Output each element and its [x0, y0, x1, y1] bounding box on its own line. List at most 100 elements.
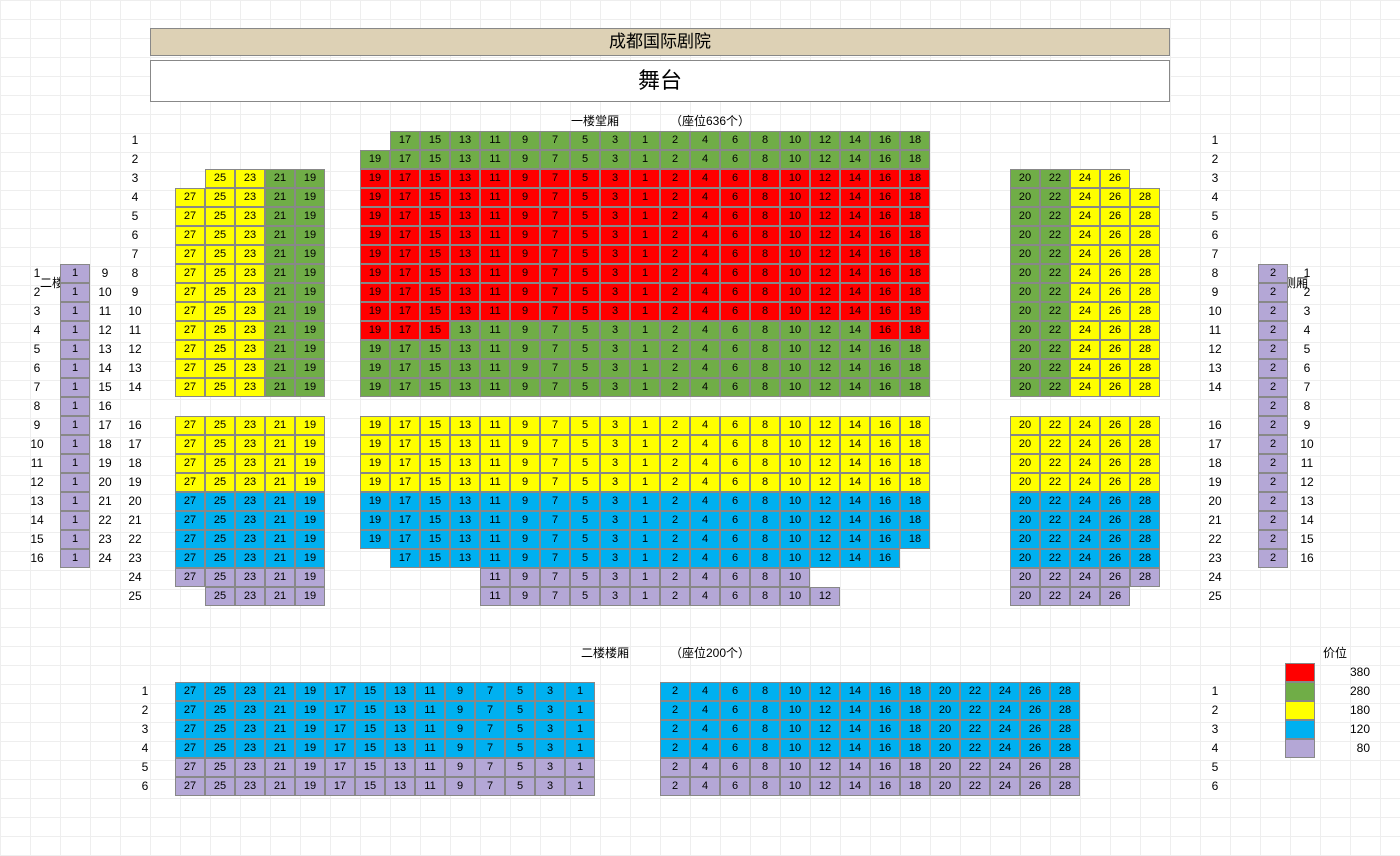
seat[interactable]: 16 — [870, 245, 900, 264]
seat[interactable]: 2 — [660, 283, 690, 302]
seat[interactable]: 22 — [960, 682, 990, 701]
seat[interactable]: 4 — [690, 511, 720, 530]
seat[interactable]: 10 — [780, 283, 810, 302]
seat[interactable]: 19 — [295, 492, 325, 511]
seat[interactable]: 15 — [420, 169, 450, 188]
seat[interactable]: 18 — [900, 169, 930, 188]
seat[interactable]: 13 — [450, 416, 480, 435]
seat[interactable]: 11 — [480, 264, 510, 283]
seat[interactable]: 19 — [295, 169, 325, 188]
seat[interactable]: 18 — [900, 701, 930, 720]
seat[interactable]: 18 — [900, 188, 930, 207]
seat[interactable]: 13 — [450, 150, 480, 169]
seat[interactable]: 1 — [60, 283, 90, 302]
seat[interactable]: 18 — [900, 321, 930, 340]
seat[interactable]: 12 — [810, 302, 840, 321]
seat[interactable]: 21 — [265, 359, 295, 378]
seat[interactable]: 17 — [390, 492, 420, 511]
seat[interactable]: 26 — [1100, 207, 1130, 226]
seat[interactable]: 26 — [1100, 264, 1130, 283]
seat[interactable]: 1 — [60, 435, 90, 454]
seat[interactable]: 2 — [660, 549, 690, 568]
seat[interactable]: 5 — [505, 758, 535, 777]
seat[interactable]: 17 — [390, 283, 420, 302]
seat[interactable]: 3 — [600, 530, 630, 549]
seat[interactable]: 2 — [660, 188, 690, 207]
seat[interactable]: 28 — [1130, 435, 1160, 454]
seat[interactable]: 3 — [600, 226, 630, 245]
seat[interactable]: 7 — [540, 378, 570, 397]
seat[interactable]: 12 — [810, 321, 840, 340]
seat[interactable]: 4 — [690, 530, 720, 549]
seat[interactable]: 7 — [540, 416, 570, 435]
seat[interactable]: 28 — [1130, 530, 1160, 549]
seat[interactable]: 11 — [480, 473, 510, 492]
seat[interactable]: 22 — [1040, 473, 1070, 492]
seat[interactable]: 18 — [900, 739, 930, 758]
seat[interactable]: 22 — [1040, 283, 1070, 302]
seat[interactable]: 11 — [480, 454, 510, 473]
seat[interactable]: 23 — [235, 587, 265, 606]
seat[interactable]: 1 — [630, 549, 660, 568]
seat[interactable]: 1 — [60, 416, 90, 435]
seat[interactable]: 8 — [750, 264, 780, 283]
seat[interactable]: 3 — [600, 207, 630, 226]
seat[interactable]: 7 — [540, 188, 570, 207]
seat[interactable]: 5 — [505, 682, 535, 701]
seat[interactable]: 8 — [750, 511, 780, 530]
seat[interactable]: 24 — [1070, 302, 1100, 321]
seat[interactable]: 4 — [690, 682, 720, 701]
seat[interactable]: 25 — [205, 739, 235, 758]
seat[interactable]: 15 — [355, 682, 385, 701]
seat[interactable]: 19 — [295, 549, 325, 568]
seat[interactable]: 26 — [1100, 302, 1130, 321]
seat[interactable]: 22 — [1040, 264, 1070, 283]
seat[interactable]: 21 — [265, 416, 295, 435]
seat[interactable]: 18 — [900, 340, 930, 359]
seat[interactable]: 8 — [750, 283, 780, 302]
seat[interactable]: 22 — [1040, 321, 1070, 340]
seat[interactable]: 3 — [600, 511, 630, 530]
seat[interactable]: 25 — [205, 777, 235, 796]
seat[interactable]: 22 — [1040, 207, 1070, 226]
seat[interactable]: 2 — [660, 416, 690, 435]
seat[interactable]: 9 — [510, 150, 540, 169]
seat[interactable]: 14 — [840, 283, 870, 302]
seat[interactable]: 20 — [1010, 511, 1040, 530]
seat[interactable]: 28 — [1050, 720, 1080, 739]
seat[interactable]: 19 — [360, 245, 390, 264]
seat[interactable]: 7 — [540, 454, 570, 473]
seat[interactable]: 26 — [1100, 188, 1130, 207]
seat[interactable]: 2 — [1258, 264, 1288, 283]
seat[interactable]: 9 — [445, 739, 475, 758]
seat[interactable]: 19 — [360, 207, 390, 226]
seat[interactable]: 7 — [475, 682, 505, 701]
seat[interactable]: 20 — [930, 739, 960, 758]
seat[interactable]: 15 — [420, 245, 450, 264]
seat[interactable]: 17 — [390, 188, 420, 207]
seat[interactable]: 23 — [235, 169, 265, 188]
seat[interactable]: 20 — [1010, 530, 1040, 549]
seat[interactable]: 4 — [690, 226, 720, 245]
seat[interactable]: 8 — [750, 739, 780, 758]
seat[interactable]: 27 — [175, 283, 205, 302]
seat[interactable]: 19 — [360, 188, 390, 207]
seat[interactable]: 21 — [265, 435, 295, 454]
seat[interactable]: 5 — [570, 188, 600, 207]
seat[interactable]: 23 — [235, 568, 265, 587]
seat[interactable]: 2 — [660, 150, 690, 169]
seat[interactable]: 13 — [450, 264, 480, 283]
seat[interactable]: 27 — [175, 264, 205, 283]
seat[interactable]: 6 — [720, 416, 750, 435]
seat[interactable]: 1 — [630, 340, 660, 359]
seat[interactable]: 1 — [60, 473, 90, 492]
seat[interactable]: 10 — [780, 777, 810, 796]
seat[interactable]: 15 — [420, 302, 450, 321]
seat[interactable]: 19 — [295, 720, 325, 739]
seat[interactable]: 6 — [720, 777, 750, 796]
seat[interactable]: 10 — [780, 150, 810, 169]
seat[interactable]: 6 — [720, 473, 750, 492]
seat[interactable]: 17 — [390, 454, 420, 473]
seat[interactable]: 18 — [900, 416, 930, 435]
seat[interactable]: 19 — [360, 511, 390, 530]
